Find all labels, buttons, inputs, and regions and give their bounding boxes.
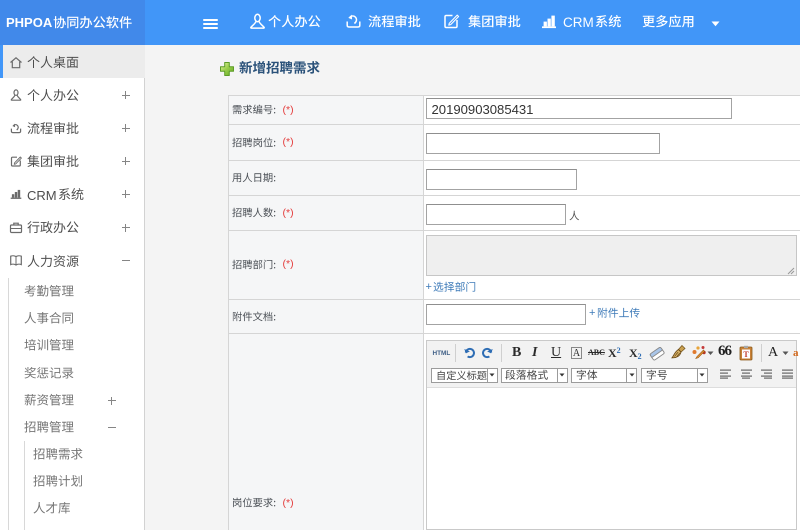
svg-text:T: T bbox=[743, 350, 749, 359]
